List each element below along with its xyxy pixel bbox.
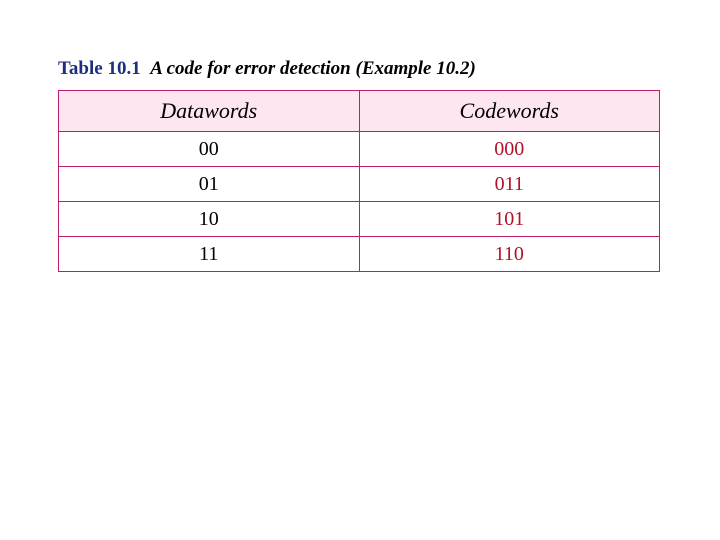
dataword-cell: 01	[59, 167, 360, 202]
table-row: 00 000	[59, 132, 660, 167]
table-caption-text: A code for error detection (Example 10.2…	[150, 58, 476, 79]
dataword-cell: 11	[59, 237, 360, 272]
slide-page: Table 10.1 A code for error detection (E…	[0, 0, 720, 540]
table-row: 10 101	[59, 202, 660, 237]
codeword-cell: 011	[359, 167, 660, 202]
dataword-cell: 10	[59, 202, 360, 237]
codeword-cell: 110	[359, 237, 660, 272]
table-caption-label: Table 10.1	[58, 58, 141, 79]
table-caption: Table 10.1 A code for error detection (E…	[58, 58, 672, 80]
dataword-cell: 00	[59, 132, 360, 167]
col-header-datawords: Datawords	[59, 91, 360, 132]
code-table: Datawords Codewords 00 000 01 011 10 101…	[58, 90, 660, 272]
table-row: 01 011	[59, 167, 660, 202]
codeword-cell: 101	[359, 202, 660, 237]
col-header-codewords: Codewords	[359, 91, 660, 132]
table-header-row: Datawords Codewords	[59, 91, 660, 132]
codeword-cell: 000	[359, 132, 660, 167]
table-row: 11 110	[59, 237, 660, 272]
